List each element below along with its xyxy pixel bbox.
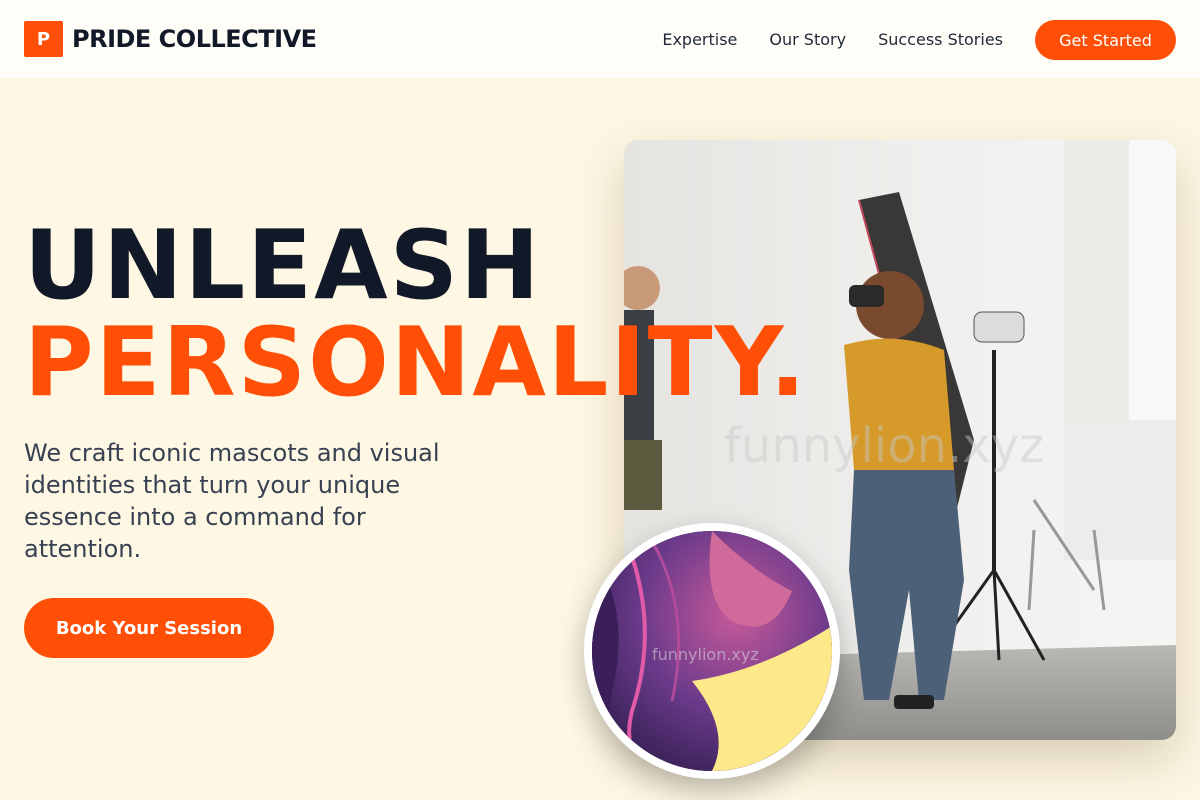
circle-watermark: funnylion.xyz <box>652 645 759 664</box>
photo-watermark: funnylion.xyz <box>724 418 1045 474</box>
brand-logo[interactable]: P PRIDE COLLECTIVE <box>24 21 317 57</box>
headline-line-1: UNLEASH <box>24 211 542 321</box>
book-session-button[interactable]: Book Your Session <box>24 598 274 658</box>
nav-link-success-stories[interactable]: Success Stories <box>878 20 1003 60</box>
hero-subtitle: We craft iconic mascots and visual ident… <box>24 439 440 563</box>
get-started-button[interactable]: Get Started <box>1035 20 1176 60</box>
brand-name: PRIDE COLLECTIVE <box>72 25 317 53</box>
abstract-art-circle: funnylion.xyz <box>584 523 840 779</box>
headline-line-2: PERSONALITY. <box>24 308 808 418</box>
main-nav: Expertise Our Story Success Stories Get … <box>662 20 1176 60</box>
nav-link-our-story[interactable]: Our Story <box>769 20 846 60</box>
logo-icon: P <box>24 21 63 57</box>
site-header: P PRIDE COLLECTIVE Expertise Our Story S… <box>0 0 1200 78</box>
hero-headline: UNLEASH PERSONALITY. <box>24 218 808 412</box>
nav-link-expertise[interactable]: Expertise <box>662 20 737 60</box>
